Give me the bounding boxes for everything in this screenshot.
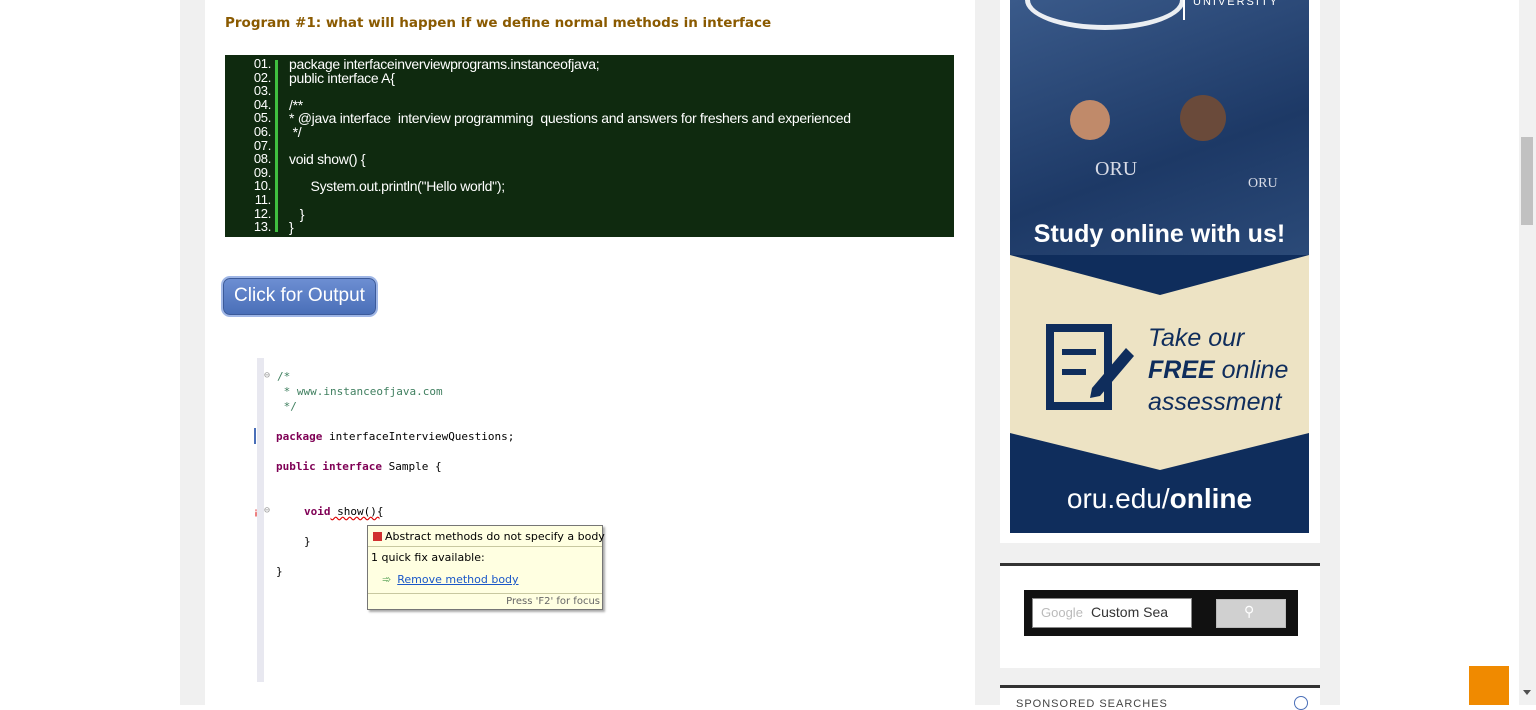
fix-arrow-icon: ➾ [382,573,392,586]
class-close-brace: } [276,565,283,578]
editor-ruler [257,358,264,682]
code-line: * @java interface interview programming … [289,110,851,127]
ad-headline: Study online with us! [1033,220,1286,248]
sponsored-label: SPONSORED SEARCHES [1016,698,1168,710]
line-number: 13. [253,219,271,235]
back-to-top-button[interactable] [1469,666,1509,705]
code-line: public interface A{ [289,69,395,86]
fold-icon: ⊖ [264,505,271,516]
search-input[interactable]: Google Custom Sea [1032,598,1192,628]
code-line: void show() { [289,151,366,168]
code-block: 01. 02. 03. 04. 05. 06. 07. 08. 09. 10. 11. 12. 13. … [225,55,954,237]
line-number: 06. [253,124,271,139]
google-watermark: Google [1041,605,1083,620]
error-marker-icon[interactable]: ¡ [254,508,258,518]
tooltip-error-row: Abstract methods do not specify a body [373,530,605,543]
quickfix-tooltip: Abstract methods do not specify a body 1… [367,525,605,610]
tooltip-fix-row[interactable]: ➾ Remove method body [382,573,519,586]
ad-cta: Take our FREE online assessment [1148,324,1289,416]
package-line: package interfaceInterviewQuestions; [276,430,515,443]
search-widget: Google Custom Sea ⚲ [1000,563,1320,668]
search-bar: Google Custom Sea ⚲ [1024,590,1298,636]
comment-open: /* [277,370,291,383]
interface-line: public interface Sample { [276,460,442,473]
remove-method-body-link[interactable]: Remove method body [397,573,518,586]
method-close-brace: } [304,535,311,548]
line-number: 11. [254,192,272,207]
code-line: */ [289,124,302,140]
person-2 [1180,95,1226,141]
ad-url: oru.edu/online [1066,483,1253,514]
caret-marker [254,428,256,444]
comment-close: */ [277,400,297,413]
click-for-output-button[interactable]: Click for Output [223,278,376,315]
line-number-gutter: 01. 02. 03. 04. 05. 06. 07. 08. 09. 10. 11. 12. 13. [225,55,275,237]
assessment-icon [1046,324,1134,410]
scrollbar-thumb[interactable] [1521,137,1533,225]
line-number: 01. [253,56,271,71]
oru-ad-banner[interactable]: UNIVERSITY ORU ORU Study online with us!… [1010,0,1309,533]
scroll-down-arrow-icon[interactable] [1523,690,1531,695]
tooltip-footer: Press 'F2' for focus [506,596,600,607]
program-title: Program #1: what will happen if we defin… [225,15,772,31]
ad-photo [1010,0,1309,255]
comment-url: * www.instanceofjava.com [277,385,443,398]
code-line: package interfaceinverviewprograms.insta… [289,56,600,72]
search-icon: ⚲ [1244,604,1255,620]
error-icon [373,532,382,541]
search-placeholder: Custom Sea [1091,604,1169,620]
book-oru: ORU [1095,158,1138,180]
person-1 [1070,100,1110,140]
tooltip-quickfix-count: 1 quick fix available: [371,551,485,564]
search-button[interactable]: ⚲ [1216,599,1286,628]
fold-icon: ⊖ [264,370,271,381]
gutter-divider [275,60,278,232]
book-oru-2: ORU [1248,176,1278,191]
code-line: System.out.println("Hello world"); [289,178,506,195]
eclipse-screenshot: ⊖ /* * www.instanceofjava.com */ package… [252,358,612,682]
code-line: } [289,219,294,236]
logo-university: UNIVERSITY [1193,0,1280,8]
info-icon[interactable] [1294,696,1308,710]
method-line: void show(){ [304,505,384,518]
vertical-scrollbar[interactable] [1519,0,1536,705]
